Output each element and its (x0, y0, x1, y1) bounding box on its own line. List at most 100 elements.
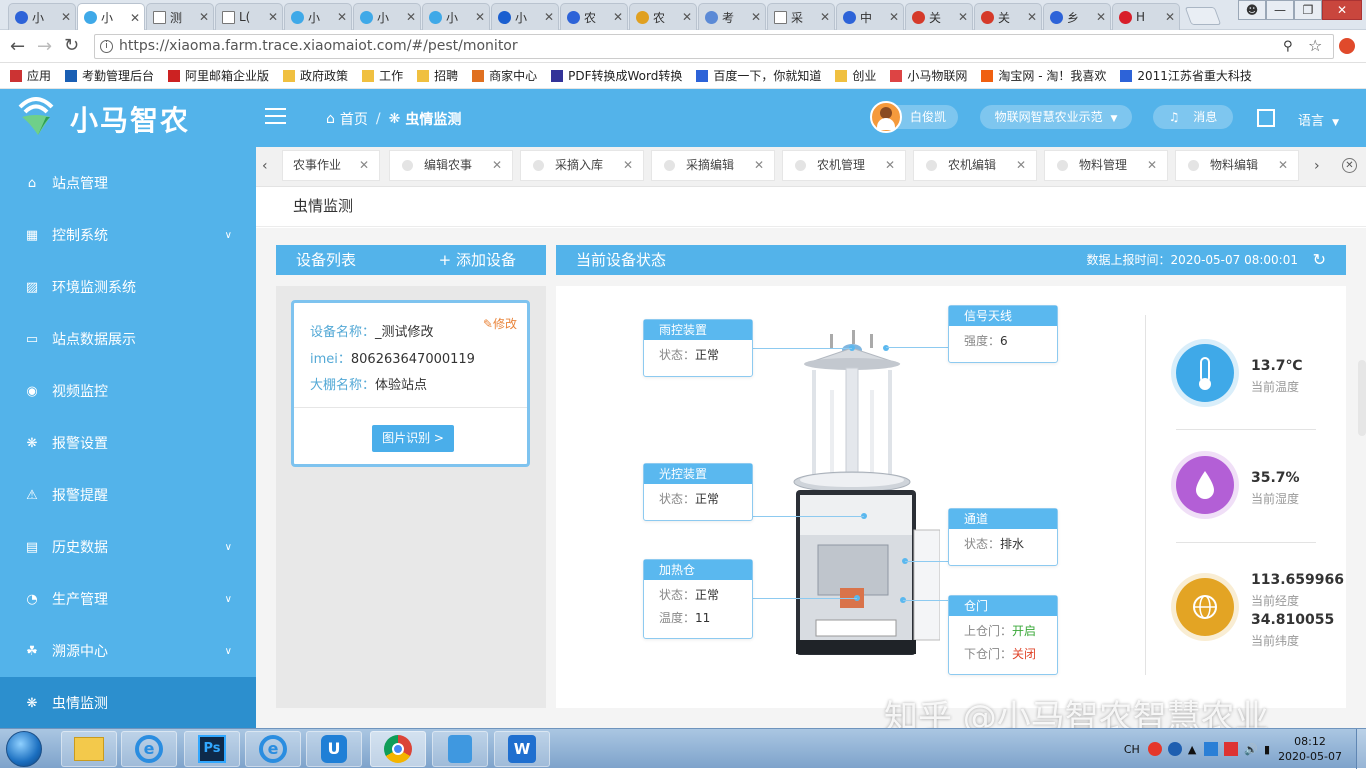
taskbar-contacts[interactable] (432, 731, 488, 767)
minimize-icon[interactable]: — (1266, 0, 1294, 20)
close-tab-icon[interactable]: ✕ (885, 151, 895, 180)
taskbar-explorer[interactable] (61, 731, 117, 767)
browser-tab[interactable]: 小 ✕ (284, 3, 352, 30)
close-tab-icon[interactable]: ✕ (754, 151, 764, 180)
sidebar-item[interactable]: ▦ 控制系统 ∨ (0, 209, 256, 261)
browser-tab[interactable]: 农 ✕ (629, 3, 697, 30)
browser-tab[interactable]: 小 ✕ (422, 3, 490, 30)
bookmark-item[interactable]: 淘宝网 - 淘！我喜欢 (981, 67, 1106, 84)
sidebar-item[interactable]: ◔ 生产管理 ∨ (0, 573, 256, 625)
sidebar-item[interactable]: ⚠ 报警提醒 (0, 469, 256, 521)
browser-tab[interactable]: 中 ✕ (836, 3, 904, 30)
page-tab[interactable]: 农事作业 ✕ (282, 150, 380, 181)
close-tab-icon[interactable]: ✕ (337, 10, 347, 24)
close-tab-icon[interactable]: ✕ (682, 10, 692, 24)
close-all-tabs-icon[interactable]: ✕ (1342, 158, 1357, 173)
close-window-icon[interactable]: ✕ (1322, 0, 1362, 20)
close-tab-icon[interactable]: ✕ (61, 10, 71, 24)
close-tab-icon[interactable]: ✕ (613, 10, 623, 24)
taskbar-ie2[interactable]: e (245, 731, 301, 767)
sogou-icon[interactable] (1147, 742, 1162, 756)
bookmark-item[interactable]: 应用 (10, 67, 51, 84)
taskbar-wps[interactable]: W (494, 731, 550, 767)
sidebar-item[interactable]: ▭ 站点数据展示 (0, 313, 256, 365)
close-tab-icon[interactable]: ✕ (359, 151, 369, 180)
browser-tab[interactable]: H ✕ (1112, 3, 1180, 30)
new-tab-button[interactable] (1184, 7, 1222, 25)
close-tab-icon[interactable]: ✕ (1165, 10, 1175, 24)
browser-tab[interactable]: 关 ✕ (974, 3, 1042, 30)
sidebar-item[interactable]: ⌂ 站点管理 (0, 157, 256, 209)
close-tab-icon[interactable]: ✕ (958, 10, 968, 24)
add-device-button[interactable]: + 添加设备 (439, 245, 516, 275)
close-tab-icon[interactable]: ✕ (1016, 151, 1026, 180)
info-icon[interactable]: i (100, 40, 113, 53)
tabs-scroll-left-icon[interactable]: ‹ (262, 158, 268, 174)
bookmark-item[interactable]: 百度一下，你就知道 (696, 67, 821, 84)
signal-bars-icon[interactable]: ▮ (1264, 743, 1270, 756)
network-warning-icon[interactable] (1224, 742, 1239, 756)
show-desktop-button[interactable] (1356, 729, 1366, 769)
browser-tab[interactable]: 乡 ✕ (1043, 3, 1111, 30)
close-tab-icon[interactable]: ✕ (1278, 151, 1288, 180)
sidebar-item[interactable]: ❋ 虫情监测 (0, 677, 256, 729)
close-tab-icon[interactable]: ✕ (1147, 151, 1157, 180)
browser-tab[interactable]: 测 ✕ (146, 3, 214, 30)
close-tab-icon[interactable]: ✕ (268, 10, 278, 24)
reload-icon[interactable]: ↻ (64, 35, 79, 56)
page-tab[interactable]: 物料编辑 ✕ (1175, 150, 1299, 181)
browser-tab[interactable]: 采 ✕ (767, 3, 835, 30)
close-tab-icon[interactable]: ✕ (1027, 10, 1037, 24)
close-tab-icon[interactable]: ✕ (544, 10, 554, 24)
input-language[interactable]: CH (1124, 743, 1140, 756)
bookmark-star-icon[interactable]: ☆ (1308, 36, 1322, 55)
tabs-scroll-right-icon[interactable]: › (1314, 158, 1320, 174)
start-button[interactable] (6, 731, 42, 767)
tray-expand-icon[interactable]: ▲ (1188, 743, 1196, 756)
browser-tab[interactable]: 农 ✕ (560, 3, 628, 30)
taskbar-chrome[interactable] (370, 731, 426, 767)
user-icon[interactable]: ☻ (1238, 0, 1266, 20)
project-select[interactable]: 物联网智慧农业示范 ▼ (980, 105, 1132, 129)
browser-tab[interactable]: 关 ✕ (905, 3, 973, 30)
browser-tab[interactable]: 小 ✕ (8, 3, 76, 30)
user-menu[interactable]: 白俊凯 (870, 101, 958, 133)
restore-icon[interactable]: ❐ (1294, 0, 1322, 20)
bookmark-item[interactable]: 政府政策 (283, 67, 348, 84)
sidebar-item[interactable]: ❋ 报警设置 (0, 417, 256, 469)
browser-tab[interactable]: 考 ✕ (698, 3, 766, 30)
bookmark-item[interactable]: 考勤管理后台 (65, 67, 154, 84)
page-tab[interactable]: 农机编辑 ✕ (913, 150, 1037, 181)
close-tab-icon[interactable]: ✕ (889, 10, 899, 24)
close-tab-icon[interactable]: ✕ (820, 10, 830, 24)
page-tab[interactable]: 采摘入库 ✕ (520, 150, 644, 181)
bookmark-item[interactable]: 创业 (835, 67, 876, 84)
forward-icon[interactable]: → (37, 36, 52, 57)
fullscreen-icon[interactable] (1257, 109, 1275, 127)
sidebar-item[interactable]: ◉ 视频监控 (0, 365, 256, 417)
close-tab-icon[interactable]: ✕ (199, 10, 209, 24)
taskbar-photoshop[interactable]: Ps (184, 731, 240, 767)
bookmark-item[interactable]: 2011江苏省重大科技 (1120, 67, 1252, 84)
device-card[interactable]: ✎修改 设备名称：_测试修改 imei：806263647000119 大棚名称… (291, 300, 530, 467)
sidebar-item[interactable]: ▤ 历史数据 ∨ (0, 521, 256, 573)
tray-app-icon[interactable] (1204, 742, 1219, 756)
close-tab-icon[interactable]: ✕ (475, 10, 485, 24)
browser-tab[interactable]: 小 ✕ (77, 3, 145, 31)
close-tab-icon[interactable]: ✕ (130, 11, 140, 25)
help-icon[interactable] (1167, 742, 1182, 756)
url-field[interactable]: i https://xiaoma.farm.trace.xiaomaiot.co… (94, 34, 1334, 59)
browser-tab[interactable]: L(✕ (215, 3, 283, 30)
scrollbar-thumb[interactable] (1358, 360, 1366, 436)
bookmark-item[interactable]: PDF转换成Word转换 (551, 67, 682, 84)
image-recognition-button[interactable]: 图片识别 > (372, 425, 454, 452)
breadcrumb-home[interactable]: 首页 (340, 109, 368, 129)
bookmark-item[interactable]: 招聘 (417, 67, 458, 84)
messages-button[interactable]: ♫ 消息 (1153, 105, 1233, 129)
close-tab-icon[interactable]: ✕ (623, 151, 633, 180)
volume-icon[interactable]: 🔊 (1244, 743, 1258, 756)
page-tab[interactable]: 农机管理 ✕ (782, 150, 906, 181)
bookmark-item[interactable]: 阿里邮箱企业版 (168, 67, 269, 84)
bookmark-item[interactable]: 小马物联网 (890, 67, 967, 84)
close-tab-icon[interactable]: ✕ (751, 10, 761, 24)
